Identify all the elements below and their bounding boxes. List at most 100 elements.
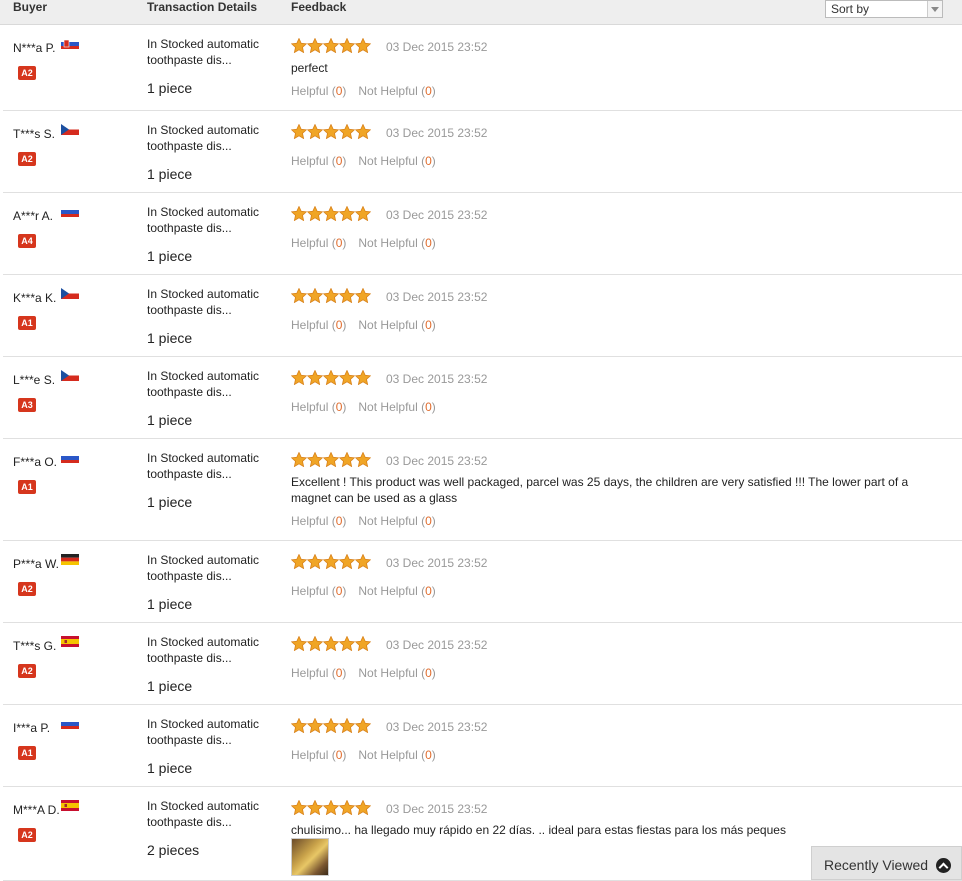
buyer-name: T***s G.	[13, 639, 57, 653]
feedback-photo[interactable]	[291, 838, 329, 876]
product-link[interactable]: In Stocked automatic toothpaste dis...	[147, 798, 277, 830]
helpful-link[interactable]: Helpful (0)	[291, 666, 346, 680]
helpful-link[interactable]: Helpful (0)	[291, 748, 346, 762]
star-icon	[307, 38, 323, 53]
star-icon	[355, 636, 371, 651]
feedback-date: 03 Dec 2015 23:52	[386, 556, 488, 570]
product-link[interactable]: In Stocked automatic toothpaste dis...	[147, 204, 277, 236]
feedback-row: T***s G. A2 In Stocked automatic toothpa…	[3, 623, 962, 705]
star-icon	[339, 124, 355, 139]
star-icon	[323, 288, 339, 303]
star-icon	[339, 206, 355, 221]
buyer-level-badge: A1	[18, 746, 36, 760]
country-flag-icon	[61, 450, 81, 463]
feedback-date: 03 Dec 2015 23:52	[386, 454, 488, 468]
country-flag-icon	[61, 552, 81, 565]
star-icon	[339, 288, 355, 303]
star-icon	[323, 554, 339, 569]
quantity: 2 pieces	[147, 842, 200, 858]
not-helpful-link[interactable]: Not Helpful (0)	[358, 514, 435, 528]
star-icon	[291, 800, 307, 815]
quantity: 1 piece	[147, 330, 193, 346]
helpful-votes: Helpful (0) Not Helpful (0)	[291, 666, 436, 680]
star-icon	[291, 452, 307, 467]
star-icon	[355, 206, 371, 221]
not-helpful-link[interactable]: Not Helpful (0)	[358, 400, 435, 414]
chevron-up-circle-icon[interactable]	[936, 858, 951, 873]
product-link[interactable]: In Stocked automatic toothpaste dis...	[147, 36, 277, 68]
helpful-link[interactable]: Helpful (0)	[291, 84, 346, 98]
not-helpful-link[interactable]: Not Helpful (0)	[358, 666, 435, 680]
product-link[interactable]: In Stocked automatic toothpaste dis...	[147, 286, 277, 318]
feedback-date: 03 Dec 2015 23:52	[386, 720, 488, 734]
product-link[interactable]: In Stocked automatic toothpaste dis...	[147, 634, 277, 666]
helpful-votes: Helpful (0) Not Helpful (0)	[291, 154, 436, 168]
star-icon	[291, 288, 307, 303]
star-icon	[291, 206, 307, 221]
star-icon	[323, 636, 339, 651]
quantity: 1 piece	[147, 166, 193, 182]
star-icon	[355, 124, 371, 139]
buyer-name: L***e S.	[13, 373, 56, 387]
not-helpful-link[interactable]: Not Helpful (0)	[358, 584, 435, 598]
star-icon	[339, 718, 355, 733]
helpful-link[interactable]: Helpful (0)	[291, 318, 346, 332]
star-icon	[339, 38, 355, 53]
buyer-name: F***a O.	[13, 455, 58, 469]
feedback-text: Excellent ! This product was well packag…	[291, 475, 909, 505]
product-link[interactable]: In Stocked automatic toothpaste dis...	[147, 368, 277, 400]
country-flag-icon	[61, 368, 81, 381]
feedback-row: N***a P. A2 In Stocked automatic toothpa…	[3, 25, 962, 111]
product-link[interactable]: In Stocked automatic toothpaste dis...	[147, 552, 277, 584]
not-helpful-link[interactable]: Not Helpful (0)	[358, 236, 435, 250]
star-icon	[307, 288, 323, 303]
star-icon	[307, 636, 323, 651]
quantity: 1 piece	[147, 248, 193, 264]
helpful-link[interactable]: Helpful (0)	[291, 400, 346, 414]
sort-by-select[interactable]: Sort by	[825, 0, 943, 18]
product-link[interactable]: In Stocked automatic toothpaste dis...	[147, 122, 277, 154]
star-icon	[355, 718, 371, 733]
helpful-votes: Helpful (0) Not Helpful (0)	[291, 514, 436, 528]
helpful-link[interactable]: Helpful (0)	[291, 154, 346, 168]
product-link[interactable]: In Stocked automatic toothpaste dis...	[147, 716, 277, 748]
quantity: 1 piece	[147, 80, 193, 96]
buyer-level-badge: A2	[18, 152, 36, 166]
buyer-name: I***a P.	[13, 721, 51, 735]
helpful-link[interactable]: Helpful (0)	[291, 584, 346, 598]
country-flag-icon	[61, 286, 81, 299]
country-flag-icon	[61, 204, 81, 217]
product-link[interactable]: In Stocked automatic toothpaste dis...	[147, 450, 277, 482]
not-helpful-link[interactable]: Not Helpful (0)	[358, 84, 435, 98]
feedback-date: 03 Dec 2015 23:52	[386, 638, 488, 652]
feedback-text: chulisimo... ha llegado muy rápido en 22…	[291, 823, 786, 837]
not-helpful-link[interactable]: Not Helpful (0)	[358, 318, 435, 332]
feedback-date: 03 Dec 2015 23:52	[386, 40, 488, 54]
buyer-level-badge: A2	[18, 828, 36, 842]
star-icon	[339, 554, 355, 569]
buyer-level-badge: A2	[18, 66, 36, 80]
chevron-down-icon[interactable]	[927, 1, 942, 17]
star-icon	[355, 800, 371, 815]
not-helpful-link[interactable]: Not Helpful (0)	[358, 748, 435, 762]
star-icon	[323, 718, 339, 733]
helpful-votes: Helpful (0) Not Helpful (0)	[291, 318, 436, 332]
feedback-date: 03 Dec 2015 23:52	[386, 372, 488, 386]
feedback-row: L***e S. A3 In Stocked automatic toothpa…	[3, 357, 962, 439]
recently-viewed-label: Recently Viewed	[824, 857, 929, 873]
helpful-votes: Helpful (0) Not Helpful (0)	[291, 584, 436, 598]
helpful-link[interactable]: Helpful (0)	[291, 236, 346, 250]
star-icon	[355, 288, 371, 303]
buyer-level-badge: A3	[18, 398, 36, 412]
star-icon	[307, 554, 323, 569]
helpful-link[interactable]: Helpful (0)	[291, 514, 346, 528]
buyer-name: K***a K.	[13, 291, 57, 305]
recently-viewed-button[interactable]: Recently Viewed	[811, 846, 962, 880]
country-flag-icon	[61, 36, 81, 49]
feedback-row: I***a P. A1 In Stocked automatic toothpa…	[3, 705, 962, 787]
helpful-votes: Helpful (0) Not Helpful (0)	[291, 748, 436, 762]
not-helpful-link[interactable]: Not Helpful (0)	[358, 154, 435, 168]
buyer-name: A***r A.	[13, 209, 54, 223]
buyer-name: T***s S.	[13, 127, 56, 141]
feedback-row: F***a O. A1 In Stocked automatic toothpa…	[3, 439, 962, 541]
